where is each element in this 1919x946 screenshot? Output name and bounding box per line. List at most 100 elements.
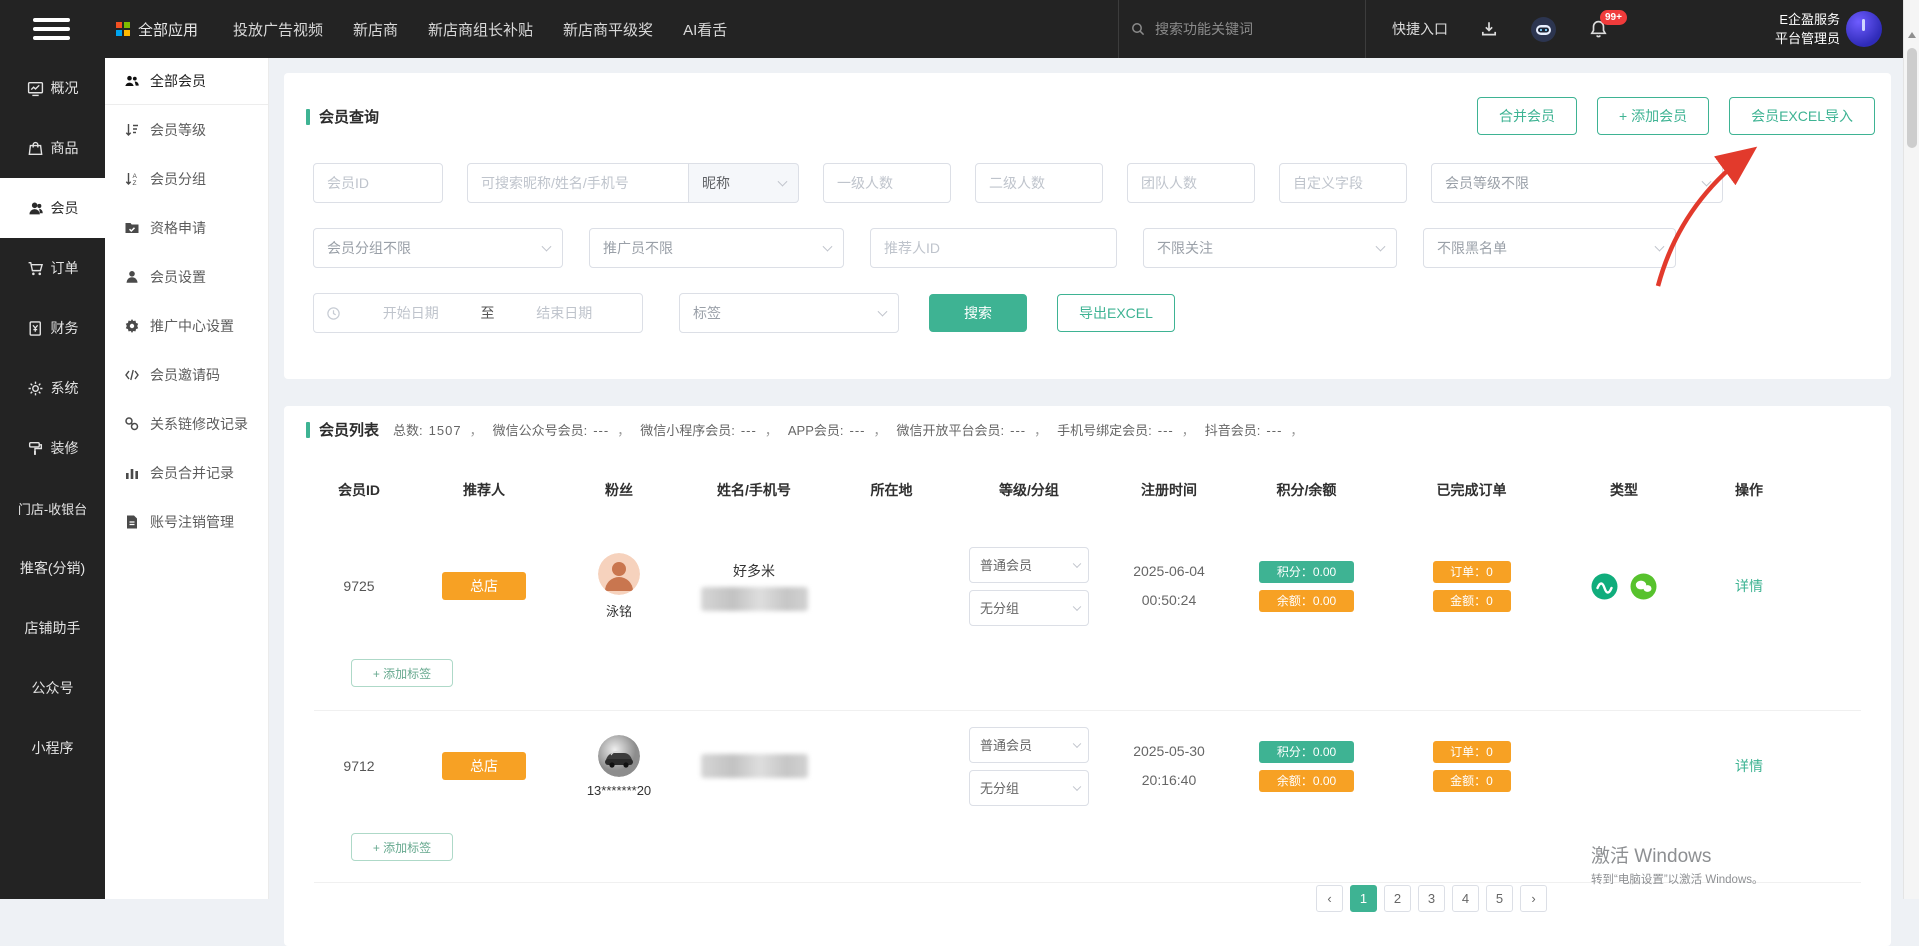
sidebar-item-distribution[interactable]: 推客(分销) xyxy=(0,538,105,598)
end-date-field[interactable]: 结束日期 xyxy=(499,303,631,323)
group-select[interactable]: 无分组 xyxy=(969,770,1089,806)
query-row-3: 开始日期 至 结束日期 标签 搜索 导出EXCEL xyxy=(313,293,1175,333)
download-icon[interactable] xyxy=(1480,20,1498,38)
chevron-down-icon xyxy=(1702,177,1712,187)
merge-member-button[interactable]: 合并会员 xyxy=(1477,97,1577,135)
submenu-item-all-members[interactable]: 全部会员 xyxy=(105,58,268,105)
member-level-value: 会员等级不限 xyxy=(1445,173,1529,193)
submenu-item-label: 会员分组 xyxy=(150,169,206,189)
tag-select[interactable]: 标签 xyxy=(679,293,899,333)
chevron-down-icon xyxy=(1073,602,1081,610)
scroll-up-arrow-icon[interactable] xyxy=(1908,32,1916,38)
table-header: 会员ID 推荐人 粉丝 姓名/手机号 所在地 等级/分组 注册时间 积分/余额 … xyxy=(314,470,1809,510)
group-value: 无分组 xyxy=(980,778,1019,797)
submenu-item-label: 会员设置 xyxy=(150,267,206,287)
submenu-item-promotion-settings[interactable]: 推广中心设置 xyxy=(105,301,268,350)
link-icon xyxy=(124,416,140,432)
account-info[interactable]: E企盈服务 平台管理员 xyxy=(1740,0,1840,58)
scrollbar-thumb[interactable] xyxy=(1907,48,1917,148)
bar-chart-icon xyxy=(124,465,140,481)
follow-filter-select[interactable]: 不限关注 xyxy=(1143,228,1397,268)
members-icon xyxy=(124,73,140,89)
member-group-select[interactable]: 会员分组不限 xyxy=(313,228,563,268)
search-button[interactable]: 搜索 xyxy=(929,294,1027,332)
sidebar-item-pos[interactable]: 门店-收银台 xyxy=(0,478,105,538)
blacklist-filter-select[interactable]: 不限黑名单 xyxy=(1423,228,1676,268)
row-divider xyxy=(314,710,1861,711)
custom-field-input[interactable] xyxy=(1279,163,1407,203)
keyword-input[interactable] xyxy=(467,163,689,203)
sort-amount-icon xyxy=(124,122,140,138)
submenu-item-member-group[interactable]: AZ 会员分组 xyxy=(105,154,268,203)
nav-item-new-shop[interactable]: 新店商 xyxy=(353,19,398,40)
member-excel-import-button[interactable]: 会员EXCEL导入 xyxy=(1729,97,1875,135)
topbar-search[interactable] xyxy=(1130,0,1325,58)
level-select[interactable]: 普通会员 xyxy=(969,727,1089,763)
submenu-item-relation-chain-log[interactable]: 关系链修改记录 xyxy=(105,399,268,448)
export-excel-button[interactable]: 导出EXCEL xyxy=(1057,294,1175,332)
referrer-id-input[interactable] xyxy=(870,228,1117,268)
sidebar-item-order[interactable]: 订单 xyxy=(0,238,105,298)
search-input[interactable] xyxy=(1155,21,1325,37)
submenu-item-label: 会员等级 xyxy=(150,120,206,140)
start-date-field[interactable]: 开始日期 xyxy=(345,303,477,323)
fan-name: 13*******20 xyxy=(587,783,651,798)
quick-entry-link[interactable]: 快捷入口 xyxy=(1392,19,1448,39)
level2-count-input[interactable] xyxy=(975,163,1103,203)
col-name-phone: 姓名/手机号 xyxy=(674,480,834,500)
submenu-item-invite-code[interactable]: 会员邀请码 xyxy=(105,350,268,399)
robot-assistant-icon[interactable] xyxy=(1530,16,1557,43)
nav-item-peer-award[interactable]: 新店商平级奖 xyxy=(563,19,653,40)
member-level-select[interactable]: 会员等级不限 xyxy=(1431,163,1723,203)
name-phone-cell: 好多米 xyxy=(674,561,834,611)
document-icon xyxy=(124,514,140,530)
all-apps-menu[interactable]: 全部应用 xyxy=(116,0,198,58)
sidebar-item-overview[interactable]: 概况 xyxy=(0,58,105,118)
sidebar-item-goods[interactable]: 商品 xyxy=(0,118,105,178)
level1-count-input[interactable] xyxy=(823,163,951,203)
notifications[interactable]: 99+ xyxy=(1589,19,1608,39)
detail-link[interactable]: 详情 xyxy=(1735,756,1763,776)
sidebar-item-finance[interactable]: 财务 xyxy=(0,298,105,358)
add-member-button[interactable]: + 添加会员 xyxy=(1597,97,1709,135)
dashboard-icon xyxy=(27,80,44,97)
date-range-picker[interactable]: 开始日期 至 结束日期 xyxy=(313,293,643,333)
add-tag-button[interactable]: + 添加标签 xyxy=(351,833,453,861)
col-type: 类型 xyxy=(1559,480,1689,500)
sidebar-item-member[interactable]: 会员 xyxy=(0,178,105,238)
keyword-type-select[interactable]: 昵称 xyxy=(689,163,799,203)
submenu-item-qualification[interactable]: 资格申请 xyxy=(105,203,268,252)
clock-icon xyxy=(326,306,341,321)
nav-item-leader-subsidy[interactable]: 新店商组长补贴 xyxy=(428,19,533,40)
sidebar-item-mini-program[interactable]: 小程序 xyxy=(0,718,105,778)
person-icon xyxy=(124,269,140,285)
sidebar-item-label: 装修 xyxy=(51,438,79,458)
submenu-item-merge-log[interactable]: 会员合并记录 xyxy=(105,448,268,497)
hamburger-menu-icon[interactable] xyxy=(33,18,70,40)
submenu-item-member-level[interactable]: 会员等级 xyxy=(105,105,268,154)
fan-avatar[interactable] xyxy=(598,735,640,777)
avatar[interactable] xyxy=(1846,11,1882,47)
member-id-input[interactable] xyxy=(313,163,443,203)
sidebar-item-official-account[interactable]: 公众号 xyxy=(0,658,105,718)
group-select[interactable]: 无分组 xyxy=(969,590,1089,626)
sidebar-item-label: 推客(分销) xyxy=(20,558,85,578)
detail-link[interactable]: 详情 xyxy=(1735,576,1763,596)
member-id-cell: 9712 xyxy=(314,758,404,774)
level-select[interactable]: 普通会员 xyxy=(969,547,1089,583)
nav-item-ai-tongue[interactable]: AI看舌 xyxy=(683,19,727,40)
fan-avatar[interactable] xyxy=(598,553,640,595)
nav-item-ad-video[interactable]: 投放广告视频 xyxy=(233,19,323,40)
sidebar-item-shop-assistant[interactable]: 店铺助手 xyxy=(0,598,105,658)
add-tag-button[interactable]: + 添加标签 xyxy=(351,659,453,687)
sidebar-item-decorate[interactable]: 装修 xyxy=(0,418,105,478)
watermark-line2: 转到“电脑设置”以激活 Windows。 xyxy=(1591,871,1764,887)
team-count-input[interactable] xyxy=(1127,163,1255,203)
sidebar-item-system[interactable]: 系统 xyxy=(0,358,105,418)
submenu-item-member-settings[interactable]: 会员设置 xyxy=(105,252,268,301)
scrollbar[interactable] xyxy=(1903,0,1919,899)
submenu-item-account-cancellation[interactable]: 账号注销管理 xyxy=(105,497,268,546)
promoter-select[interactable]: 推广员不限 xyxy=(589,228,844,268)
all-apps-label: 全部应用 xyxy=(138,19,198,40)
order-count-badge: 订单：0 xyxy=(1433,741,1511,763)
